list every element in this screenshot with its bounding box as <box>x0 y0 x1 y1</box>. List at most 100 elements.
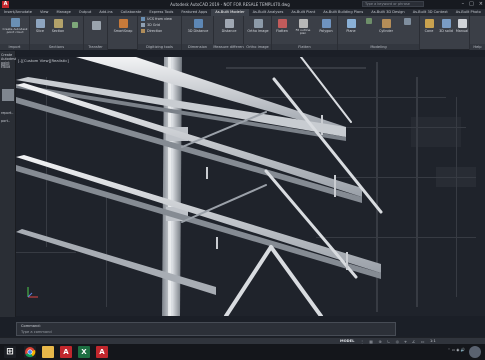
user-avatar[interactable] <box>469 346 481 358</box>
ribbon-group-digitizing: UCS from view 3D Grid Direction Digitizi… <box>138 16 182 50</box>
palette-thumbnail[interactable] <box>2 89 14 101</box>
cone-button[interactable]: Cone <box>422 19 436 33</box>
manual-icon <box>457 19 467 28</box>
manual-button[interactable]: Manual <box>455 19 469 33</box>
group-label-import: Import <box>0 44 29 50</box>
group-label-dimension: Dimension <box>182 44 213 50</box>
group-label-transfer: Transfer <box>84 44 107 50</box>
command-input[interactable]: Type a command <box>21 330 321 335</box>
minimize-icon[interactable]: – <box>462 0 465 9</box>
window-controls: – □ × <box>462 0 483 9</box>
solid-3d-label: 3D solid <box>439 29 453 33</box>
ribbon-tab[interactable]: Insert/Annotate <box>0 9 36 16</box>
modeling-extra-tools[interactable] <box>398 18 416 26</box>
manual-label: Manual <box>455 29 469 33</box>
flatten-button[interactable]: Flatten <box>273 19 291 33</box>
grid-3d-button[interactable]: 3D Grid <box>141 23 160 28</box>
excel-icon[interactable]: X <box>78 346 90 358</box>
ucs-from-view-button[interactable]: UCS from view <box>141 17 172 22</box>
viewport-controls-label[interactable]: [-][Custom View][Realistic] <box>18 58 69 63</box>
fit-outline-label: Fit outline plan <box>295 28 311 36</box>
palette-item-report[interactable]: report.. <box>0 111 16 115</box>
polygon-icon <box>321 19 331 28</box>
polygon-label: Polygon <box>319 29 333 33</box>
autocad-secondary-icon[interactable]: A <box>96 346 108 358</box>
ribbon-tab[interactable]: As-Built Plant <box>287 9 319 16</box>
create-point-cloud-label: Create Autodesk point cloud <box>2 27 28 35</box>
ribbon-tab[interactable]: As-Built Modeler <box>211 9 249 16</box>
fit-outline-icon <box>298 19 308 28</box>
modeling-small-tools[interactable] <box>364 18 374 25</box>
ribbon-group-flatten: Flatten Fit outline plan Polygon Flatten <box>272 16 338 50</box>
palette-item-port[interactable]: port.. <box>0 119 16 123</box>
group-label-help: Help <box>470 44 485 50</box>
file-explorer-icon[interactable] <box>42 346 54 358</box>
command-line[interactable]: Command: Type a command <box>16 322 396 336</box>
ribbon-tab[interactable]: As-Built Building Plans <box>319 9 367 16</box>
point-cloud-icon <box>10 18 20 27</box>
ribbon-tab[interactable]: Add-ins <box>95 9 116 16</box>
autocad-window: A Autodesk AutoCAD 2019 - NOT FOR RESALE… <box>0 0 485 360</box>
section-button[interactable]: Section <box>50 19 66 33</box>
plane-button[interactable]: Plane <box>342 19 360 33</box>
distance-button[interactable]: Distance <box>216 19 242 33</box>
ribbon-tab[interactable]: As-Built 3D Design <box>367 9 408 16</box>
ribbon-tab[interactable]: Featured Apps <box>177 9 211 16</box>
annotation-scale[interactable]: 1:1 <box>430 339 436 343</box>
group-label-flatten: Flatten <box>272 44 337 50</box>
group-label-digitizing: Digitizing tools <box>138 44 181 50</box>
autocad-logo-icon[interactable]: A <box>2 1 9 8</box>
ortho-image-icon <box>253 19 263 28</box>
transfer-icon <box>91 21 101 30</box>
section-options[interactable] <box>68 22 82 29</box>
search-input[interactable]: Type a keyword or phrase <box>362 1 424 7</box>
palette-item-point[interactable]: point <box>0 63 16 67</box>
close-icon[interactable]: × <box>479 0 483 9</box>
slice-button[interactable]: Slice <box>33 19 47 33</box>
maximize-icon[interactable]: □ <box>469 0 474 9</box>
direction-button[interactable]: Direction <box>141 29 162 34</box>
cylinder-label: Cylinder <box>378 29 394 33</box>
section-options-icon <box>72 22 78 28</box>
command-history: Command: <box>21 324 41 328</box>
cylinder-button[interactable]: Cylinder <box>376 19 396 33</box>
distance-3d-label: 3D Distance <box>187 29 209 33</box>
ribbon-group-ortho: Ortho image Ortho image <box>244 16 272 50</box>
chrome-icon[interactable] <box>24 346 36 358</box>
ribbon-tab[interactable]: Manage <box>53 9 75 16</box>
title-bar: A Autodesk AutoCAD 2019 - NOT FOR RESALE… <box>0 0 485 9</box>
direction-icon <box>141 29 145 33</box>
window-title: Autodesk AutoCAD 2019 - NOT FOR RESALE T… <box>170 2 290 7</box>
ribbon-group-fit: Cone 3D solid Manual <box>420 16 470 50</box>
ribbon-group-smartsnap: SmartSnap <box>108 16 138 50</box>
ortho-image-button[interactable]: Ortho image <box>245 19 271 33</box>
transfer-button[interactable] <box>90 21 102 31</box>
distance-3d-button[interactable]: 3D Distance <box>184 19 212 33</box>
ribbon-tab[interactable]: Output <box>75 9 95 16</box>
windows-taskbar: ⊞ A X A ⌃ ▭ ◉ 🔊 <box>0 344 485 360</box>
ribbon-tab[interactable]: As-Built Analyses <box>249 9 288 16</box>
modeling-tool-icon <box>366 18 372 24</box>
model-space-button[interactable]: MODEL <box>340 339 354 343</box>
create-point-cloud-button[interactable]: Create Autodesk point cloud <box>1 18 29 35</box>
distance-label: Distance <box>221 29 237 33</box>
ribbon-tab[interactable]: As-Built Photo <box>452 9 485 16</box>
start-button-icon[interactable]: ⊞ <box>4 346 16 358</box>
section-icon <box>53 19 63 28</box>
ribbon-tab[interactable]: Express Tools <box>145 9 177 16</box>
smartsnap-button[interactable]: SmartSnap <box>110 19 136 33</box>
ribbon-tab[interactable]: Collaborate <box>117 9 146 16</box>
ribbon-tab[interactable]: As-Built 3D Context <box>409 9 452 16</box>
polygon-button[interactable]: Polygon <box>316 19 336 33</box>
system-tray[interactable]: ⌃ ▭ ◉ 🔊 <box>448 348 465 352</box>
distance-icon <box>224 19 234 28</box>
drawing-viewport[interactable] <box>16 57 485 316</box>
ribbon-tabs: Insert/Annotate View Manage Output Add-ins Co… <box>0 9 485 16</box>
steel-beam-lower <box>16 155 381 279</box>
fit-outline-plan-button[interactable]: Fit outline plan <box>292 19 314 36</box>
grid-icon <box>141 23 145 27</box>
ribbon-tab[interactable]: View <box>36 9 53 16</box>
solid-3d-button[interactable]: 3D solid <box>438 19 454 33</box>
group-label-sections: Sections <box>30 44 83 50</box>
autocad-app-icon[interactable]: A <box>60 346 72 358</box>
